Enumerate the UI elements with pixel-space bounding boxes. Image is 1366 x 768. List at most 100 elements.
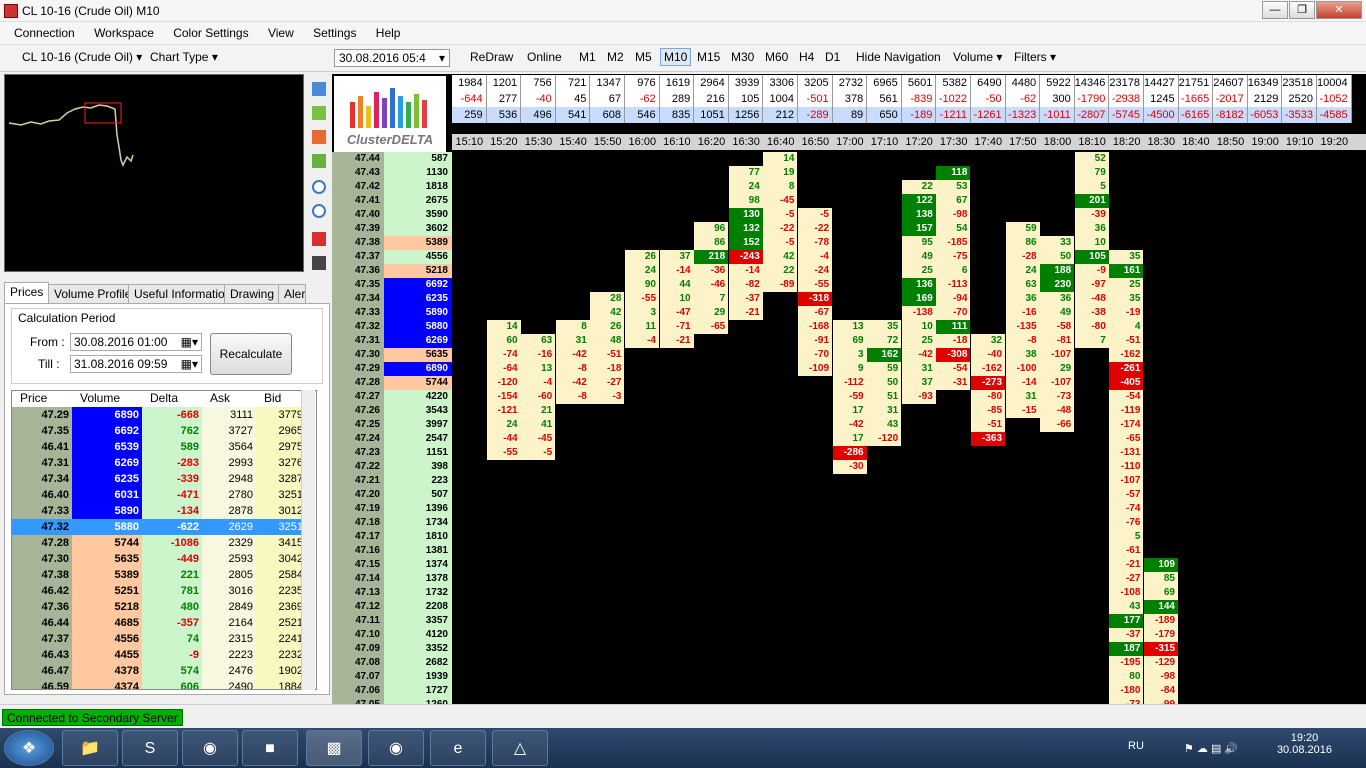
tf-d1-button[interactable]: D1 — [825, 50, 840, 64]
hide-navigation-button[interactable]: Hide Navigation — [856, 50, 941, 64]
table-row[interactable]: 47.33 5890 -134 2878 3012 — [12, 503, 316, 519]
bar-chart-icon[interactable] — [312, 82, 326, 96]
menu-connection[interactable]: Connection — [0, 22, 83, 44]
cluster-cell: -18 — [936, 334, 971, 348]
table-row[interactable]: 47.37 4556 74 2315 2241 — [12, 631, 316, 647]
menu-help[interactable]: Help — [368, 22, 409, 44]
online-button[interactable]: Online — [527, 50, 562, 64]
cluster-delta-app-icon[interactable]: ▩ — [306, 730, 362, 766]
volume-dropdown[interactable]: Volume ▾ — [953, 50, 1002, 64]
table-row[interactable]: 46.42 5251 781 3016 2235 — [12, 583, 316, 599]
cluster-orange-icon[interactable] — [312, 130, 326, 144]
tf-m10-button[interactable]: M10 — [660, 48, 692, 66]
col-bid-header[interactable]: Bid — [256, 391, 306, 407]
sticky-notes-icon[interactable]: ■ — [242, 730, 298, 766]
table-row[interactable]: 46.47 4378 574 2476 1902 — [12, 663, 316, 679]
cluster-cell: 59 — [1005, 222, 1040, 236]
table-row[interactable]: 46.41 6539 589 3564 2975 — [12, 439, 316, 455]
summary-cum-cell: -4585 — [1317, 107, 1352, 123]
tab-volume-profile[interactable]: Volume Profile — [48, 284, 138, 304]
tf-m15-button[interactable]: M15 — [697, 50, 720, 64]
zoom-out-icon[interactable] — [312, 204, 326, 218]
col-price-header[interactable]: Price — [12, 391, 72, 407]
cluster-cell: 19 — [763, 166, 798, 180]
scroll-icon[interactable] — [312, 256, 326, 270]
crosshair-icon[interactable] — [312, 232, 326, 246]
instrument-dropdown[interactable]: CL 10-16 (Crude Oil) ▾ — [22, 50, 142, 64]
menu-settings[interactable]: Settings — [305, 22, 364, 44]
table-row[interactable]: 47.35 6692 762 3727 2965 — [12, 423, 316, 439]
calendar-icon[interactable]: ▦▾ — [181, 357, 198, 371]
from-datetime-input[interactable]: 30.08.2016 01:00 ▦▾ — [70, 333, 202, 351]
price-axis: 47.44 587 47.43 1130 47.42 1818 47.41 2675 47.40… — [332, 152, 452, 712]
summary-delta-cell: -62 — [625, 91, 660, 107]
tab-useful-information[interactable]: Useful Information — [128, 284, 238, 304]
cluster-cell: 49 — [1040, 306, 1075, 320]
redraw-button[interactable]: ReDraw — [470, 50, 513, 64]
tf-m60-button[interactable]: M60 — [765, 50, 788, 64]
cluster-cell: 69 — [832, 334, 867, 348]
col-volume-header[interactable]: Volume — [72, 391, 142, 407]
table-row[interactable]: 46.40 6031 -471 2780 3251 — [12, 487, 316, 503]
price-level-volume: 2682 — [384, 656, 452, 670]
tab-alerts[interactable]: Alerts — [278, 284, 306, 304]
language-indicator[interactable]: RU — [1128, 740, 1144, 752]
app-triangle-icon[interactable]: △ — [492, 730, 548, 766]
chrome-icon[interactable]: ◉ — [182, 730, 238, 766]
start-button[interactable]: ❖ — [4, 730, 54, 766]
table-row[interactable]: 46.43 4455 -9 2223 2232 — [12, 647, 316, 663]
tab-drawing[interactable]: Drawing — [224, 284, 281, 304]
tab-prices[interactable]: Prices — [4, 282, 50, 304]
tf-m2-button[interactable]: M2 — [607, 50, 624, 64]
table-row[interactable]: 47.38 5389 221 2805 2584 — [12, 567, 316, 583]
navigation-minimap[interactable] — [4, 74, 304, 272]
tf-m1-button[interactable]: M1 — [579, 50, 596, 64]
table-row[interactable]: 47.31 6269 -283 2993 3276 — [12, 455, 316, 471]
cluster-cell: -54 — [936, 362, 971, 376]
table-row[interactable]: 47.34 6235 -339 2948 3287 — [12, 471, 316, 487]
system-clock[interactable]: 19:20 30.08.2016 — [1277, 732, 1332, 756]
price-table-scrollbar[interactable] — [301, 390, 315, 690]
table-row[interactable]: 46.44 4685 -357 2164 2521 — [12, 615, 316, 631]
explorer-icon[interactable]: 📁 — [62, 730, 118, 766]
cluster-cell: -78 — [798, 236, 832, 250]
col-ask-header[interactable]: Ask — [202, 391, 256, 407]
col-delta-header[interactable]: Delta — [142, 391, 202, 407]
tf-h4-button[interactable]: H4 — [799, 50, 814, 64]
calendar-icon[interactable]: ▦▾ — [181, 335, 198, 349]
menu-color-settings[interactable]: Color Settings — [165, 22, 256, 44]
tray-icons[interactable]: ⚑ ☁ ▤ 🔊 — [1184, 742, 1238, 755]
skype-icon[interactable]: S — [122, 730, 178, 766]
summary-cum-cell: -8182 — [1213, 107, 1248, 123]
close-button[interactable]: ✕ — [1316, 1, 1362, 19]
price-level: 47.31 6269 — [332, 334, 452, 348]
cluster-cell: -51 — [1109, 334, 1144, 348]
table-row[interactable]: 47.36 5218 480 2849 2369 — [12, 599, 316, 615]
chart-type-dropdown[interactable]: Chart Type ▾ — [150, 50, 218, 64]
maximize-button[interactable]: ❐ — [1289, 1, 1315, 19]
recalculate-button[interactable]: Recalculate — [210, 333, 292, 375]
menu-workspace[interactable]: Workspace — [86, 22, 162, 44]
zoom-in-icon[interactable] — [312, 180, 326, 194]
cluster-green-icon[interactable] — [312, 106, 326, 120]
tf-m5-button[interactable]: M5 — [635, 50, 652, 64]
till-datetime-input[interactable]: 31.08.2016 09:59 ▦▾ — [70, 355, 202, 373]
minimize-button[interactable]: — — [1262, 1, 1288, 19]
chrome-icon-2[interactable]: ◉ — [368, 730, 424, 766]
internet-explorer-icon[interactable]: e — [430, 730, 486, 766]
price-cell: 47.34 — [12, 471, 72, 487]
table-row[interactable]: 47.32 5880 -622 2629 3251 — [12, 519, 316, 535]
ask-cell: 2164 — [202, 615, 256, 631]
tf-m30-button[interactable]: M30 — [731, 50, 754, 64]
table-row[interactable]: 47.29 6890 -668 3111 3779 — [12, 407, 316, 423]
filters-dropdown[interactable]: Filters ▾ — [1014, 50, 1056, 64]
table-row[interactable]: 46.59 4374 606 2490 1884 — [12, 679, 316, 689]
date-picker[interactable]: 30.08.2016 05:4 ▾ — [334, 49, 450, 67]
cluster-cell: -44 — [486, 432, 521, 446]
add-cluster-icon[interactable] — [312, 154, 326, 168]
table-row[interactable]: 47.30 5635 -449 2593 3042 — [12, 551, 316, 567]
menu-view[interactable]: View — [260, 22, 302, 44]
table-row[interactable]: 47.28 5744 -1086 2329 3415 — [12, 535, 316, 551]
cluster-chart[interactable]: ClusterDELTA 1984 1201 756 721 1347 976 1619 29… — [332, 74, 1366, 712]
price-level: 47.12 2208 — [332, 600, 452, 614]
